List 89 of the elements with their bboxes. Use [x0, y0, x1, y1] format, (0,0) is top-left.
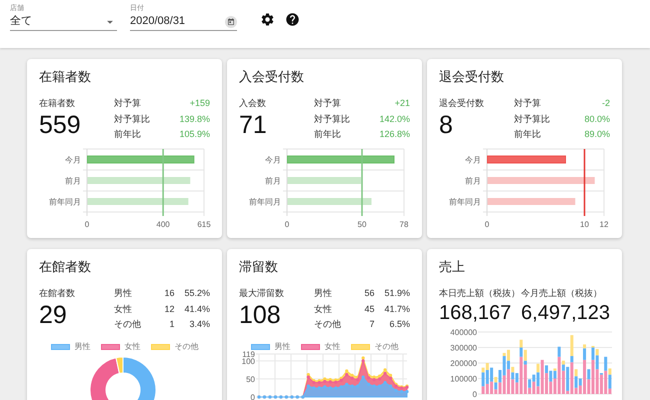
- axis-label: 100000: [450, 374, 477, 383]
- stat-label: その他: [114, 318, 141, 331]
- metric-value: 108: [239, 300, 282, 328]
- category-label: 前月: [65, 176, 81, 186]
- axis-label: 50: [358, 220, 366, 229]
- legend-label: 男性: [74, 340, 90, 352]
- axis-label: 100: [242, 356, 255, 366]
- axis-label: 300000: [450, 343, 477, 352]
- metric-label: 在館者数: [39, 287, 75, 300]
- stat-percent: 6.5%: [388, 318, 410, 331]
- stat-label: 対予算: [314, 97, 342, 110]
- category-label: 今月: [465, 156, 481, 164]
- stat-count: 12: [163, 302, 174, 316]
- stat-label: 前年比: [114, 128, 142, 141]
- axis-label: 0: [472, 390, 477, 398]
- stat-value: +21: [394, 97, 410, 110]
- legend-label: 女性: [124, 340, 140, 352]
- axis-label: 615: [197, 220, 211, 229]
- category-label: 前年同月: [249, 198, 281, 206]
- stat-label: 女性: [114, 302, 133, 316]
- metric-value: 29: [39, 300, 68, 328]
- axis-label: 0: [484, 220, 490, 229]
- stat-percent: 41.4%: [184, 302, 210, 316]
- stat-count: 1: [168, 318, 174, 331]
- stat-label: 対予算比: [514, 112, 550, 126]
- metric-label: 入会数: [239, 97, 267, 110]
- axis-label: 400000: [450, 328, 477, 336]
- axis-label: 50: [246, 374, 255, 384]
- axis-label: 0: [284, 220, 290, 229]
- axis-label: 12: [600, 220, 608, 229]
- stat-label: 前年比: [514, 128, 542, 141]
- stat-count: 56: [363, 287, 374, 300]
- category-label: 今月: [265, 156, 281, 164]
- axis-label: 0: [250, 392, 255, 400]
- stat-label: 対予算比: [314, 112, 350, 126]
- metric-value: 8: [439, 110, 454, 138]
- category-label: 今月: [65, 156, 81, 164]
- legend-label: 女性: [324, 340, 340, 352]
- metric-value: 168,167: [439, 300, 512, 326]
- category-label: 前月: [265, 176, 281, 186]
- axis-label: 119: [242, 350, 255, 358]
- stat-value: 139.8%: [179, 112, 210, 126]
- metric-value: 559: [39, 110, 81, 138]
- category-label: 前年同月: [49, 198, 81, 206]
- stat-label: 対予算比: [114, 112, 150, 126]
- metric-label: 退会受付数: [439, 97, 484, 110]
- stat-label: その他: [314, 318, 341, 331]
- legend-label: その他: [374, 340, 398, 352]
- stat-label: 対予算: [514, 97, 542, 110]
- stat-label: 前年比: [314, 128, 342, 141]
- card-title: 入会受付数: [239, 70, 305, 83]
- stat-value: 105.9%: [179, 128, 210, 141]
- stat-count: 45: [363, 302, 374, 316]
- stat-value: +159: [188, 97, 210, 110]
- card-title: 滞留数: [239, 260, 279, 273]
- axis-label: 78: [400, 220, 408, 229]
- axis-label: 0: [84, 220, 90, 229]
- axis-label: 10: [580, 220, 589, 229]
- stat-value: 126.8%: [379, 128, 410, 141]
- card-title: 売上: [439, 260, 466, 273]
- legend-label: 男性: [274, 340, 290, 352]
- stat-percent: 55.2%: [184, 287, 210, 300]
- metric-label: 在籍者数: [39, 97, 76, 110]
- stat-value: 89.0%: [584, 128, 610, 141]
- stat-value: 142.0%: [379, 112, 410, 126]
- category-label: 前年同月: [449, 198, 481, 206]
- stat-percent: 3.4%: [188, 318, 210, 331]
- stat-value: 80.0%: [584, 112, 610, 126]
- stat-label: 男性: [314, 287, 333, 300]
- metric-label: 最大滞留数: [239, 287, 284, 300]
- stat-count: 16: [163, 287, 174, 300]
- stat-percent: 41.7%: [384, 302, 410, 316]
- stat-label: 女性: [314, 302, 333, 316]
- metric-value: 6,497,123: [521, 300, 610, 326]
- card-title: 在籍者数: [39, 70, 92, 83]
- metric-label: 本日売上額（税抜）: [439, 287, 521, 300]
- legend-label: その他: [174, 340, 198, 352]
- stat-value: -2: [600, 97, 610, 110]
- axis-label: 400: [156, 220, 170, 229]
- card-title: 在館者数: [39, 260, 92, 273]
- metric-label: 今月売上額（税抜）: [521, 287, 604, 300]
- metric-value: 71: [239, 110, 267, 138]
- card-title: 退会受付数: [439, 70, 505, 83]
- stat-percent: 51.9%: [384, 287, 410, 300]
- category-label: 前月: [465, 176, 481, 186]
- axis-label: 200000: [450, 358, 477, 368]
- stat-label: 対予算: [114, 97, 142, 110]
- stat-label: 男性: [114, 287, 133, 300]
- stat-count: 7: [368, 318, 374, 331]
